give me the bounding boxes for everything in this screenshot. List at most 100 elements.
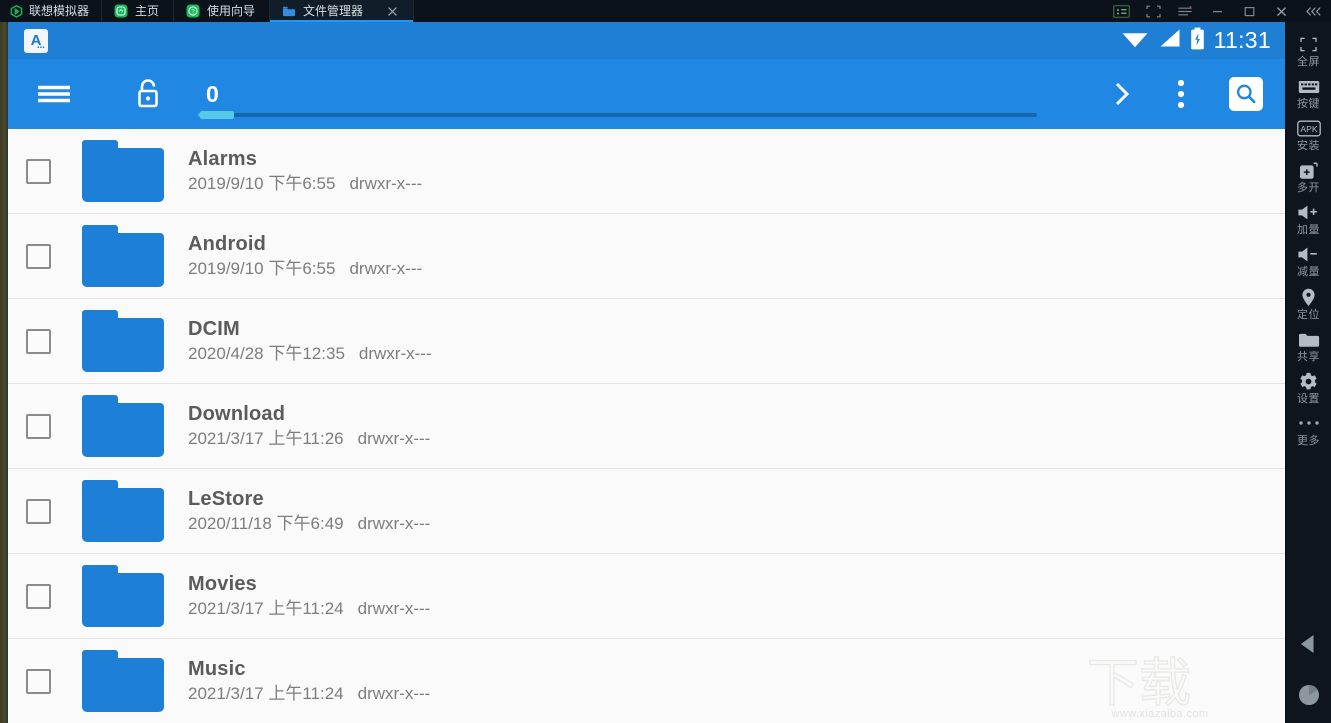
row-checkbox[interactable] — [26, 158, 51, 184]
folder-icon — [82, 395, 164, 457]
table-row[interactable]: LeStore 2020/11/18 下午6:49 drwxr-x--- — [8, 469, 1285, 554]
sidebar-item-settings[interactable]: 设置 — [1286, 367, 1331, 409]
sidebar-item-label: 设置 — [1297, 392, 1320, 405]
row-checkbox[interactable] — [26, 583, 51, 609]
tab-user-guide[interactable]: ? 使用向导 — [174, 0, 271, 22]
file-list: Alarms 2019/9/10 下午6:55 drwxr-x--- Androi… — [8, 129, 1285, 723]
android-back-button[interactable] — [1286, 621, 1331, 672]
more-vertical-icon[interactable] — [1177, 78, 1185, 110]
seekbar-track — [198, 113, 1037, 117]
android-status-bar: A ▪▪▪ 11:31 — [8, 22, 1285, 59]
sidebar-item-fullscreen[interactable]: 全屏 — [1286, 30, 1331, 72]
file-date: 2021/3/17 上午11:24 — [188, 599, 344, 619]
toolbar-seekbar[interactable] — [198, 111, 1037, 119]
sidebar-item-location[interactable]: 定位 — [1286, 283, 1331, 325]
file-date: 2019/9/10 下午6:55 — [188, 259, 336, 279]
file-permissions: drwxr-x--- — [357, 599, 431, 619]
table-row[interactable]: Music 2021/3/17 上午11:24 drwxr-x--- — [8, 639, 1285, 723]
app-toolbar: 0 — [8, 59, 1285, 129]
multi-instance-icon — [1299, 161, 1318, 180]
sidebar-item-volume-down[interactable]: 减量 — [1286, 240, 1331, 282]
sidebar-item-keyboard[interactable]: 按键 — [1286, 72, 1331, 114]
sidebar-item-label: 减量 — [1297, 266, 1320, 279]
ellipsis-icon — [1298, 414, 1320, 433]
apk-install-icon: APK — [1296, 119, 1321, 138]
file-subtitle: 2021/3/17 上午11:26 drwxr-x--- — [188, 429, 431, 449]
location-pin-icon — [1301, 288, 1316, 307]
table-row[interactable]: Movies 2021/3/17 上午11:24 drwxr-x--- — [8, 554, 1285, 639]
file-date: 2019/9/10 下午6:55 — [188, 174, 336, 194]
fullscreen-icon — [1299, 35, 1318, 54]
tab-file-manager[interactable]: 文件管理器 — [270, 0, 415, 22]
folder-icon — [82, 565, 164, 627]
row-checkbox[interactable] — [26, 328, 51, 354]
brand: 联想模拟器 — [0, 0, 103, 22]
file-name: Music — [188, 658, 246, 681]
sidebar-item-label: 定位 — [1297, 308, 1320, 321]
row-meta: Download 2021/3/17 上午11:26 drwxr-x--- — [188, 403, 430, 449]
titlebar-spacer — [414, 0, 1105, 22]
folder-icon — [82, 480, 164, 542]
android-home-button[interactable] — [1286, 672, 1331, 723]
tab-close-icon[interactable] — [386, 5, 399, 18]
table-row[interactable]: Download 2021/3/17 上午11:26 drwxr-x--- — [8, 384, 1285, 469]
row-meta: DCIM 2020/4/28 下午12:35 drwxr-x--- — [188, 318, 432, 364]
sidebar-item-volume-up[interactable]: 加量 — [1286, 198, 1331, 240]
search-icon[interactable] — [1229, 77, 1263, 111]
row-checkbox[interactable] — [26, 498, 51, 524]
file-permissions: drwxr-x--- — [358, 344, 432, 364]
menu-button[interactable] — [1169, 0, 1201, 22]
sidebar-item-share[interactable]: 共享 — [1286, 325, 1331, 367]
row-meta: Movies 2021/3/17 上午11:24 drwxr-x--- — [188, 573, 430, 619]
row-checkbox[interactable] — [26, 668, 51, 694]
sidebar-item-label: 安装 — [1297, 140, 1320, 153]
toolbar-actions — [1111, 77, 1263, 111]
maximize-button[interactable] — [1233, 0, 1265, 22]
hamburger-menu-icon[interactable] — [34, 79, 74, 109]
file-subtitle: 2019/9/10 下午6:55 drwxr-x--- — [188, 259, 422, 279]
file-subtitle: 2021/3/17 上午11:24 drwxr-x--- — [188, 684, 430, 704]
file-subtitle: 2021/3/17 上午11:24 drwxr-x--- — [188, 599, 431, 619]
table-row[interactable]: Android 2019/9/10 下午6:55 drwxr-x--- — [8, 214, 1285, 299]
status-indicators: 11:31 — [1121, 27, 1271, 55]
gear-icon — [1299, 372, 1318, 391]
sidebar-item-label: 全屏 — [1297, 56, 1320, 68]
titlebar: 联想模拟器 主页 ? 使用向导 文件管理器 — [0, 0, 1331, 22]
close-button[interactable] — [1265, 0, 1297, 22]
back-triangle-icon — [1296, 631, 1322, 662]
folder-app-icon — [282, 4, 296, 18]
chevron-right-icon[interactable] — [1111, 79, 1133, 109]
sidebar-item-label: 更多 — [1297, 434, 1320, 447]
volume-down-icon — [1297, 245, 1321, 264]
shared-folder-icon — [1298, 330, 1320, 349]
file-permissions: drwxr-x--- — [357, 429, 431, 449]
table-row[interactable]: DCIM 2020/4/28 下午12:35 drwxr-x--- — [8, 299, 1285, 384]
android-screen: A ▪▪▪ 11:31 0 Alarms 2019/9/10 下午6:55 dr… — [8, 22, 1285, 723]
tab-home[interactable]: 主页 — [102, 0, 175, 22]
sidebar-item-label: 按键 — [1297, 98, 1320, 111]
battery-charging-icon — [1190, 27, 1205, 55]
row-meta: Android 2019/9/10 下午6:55 drwxr-x--- — [188, 233, 422, 279]
sidebar-item-more[interactable]: 更多 — [1286, 409, 1331, 451]
table-row[interactable]: Alarms 2019/9/10 下午6:55 drwxr-x--- — [8, 129, 1285, 214]
unlock-icon[interactable] — [132, 76, 164, 112]
collapse-sidebar-button[interactable] — [1297, 0, 1329, 22]
file-name: LeStore — [188, 488, 264, 511]
screenshot-button[interactable] — [1105, 0, 1137, 22]
file-date: 2020/11/18 下午6:49 — [188, 514, 344, 534]
folder-icon — [82, 650, 164, 712]
svg-text:APK: APK — [1300, 124, 1317, 134]
cellular-signal-icon — [1158, 28, 1181, 53]
file-name: Movies — [188, 573, 258, 596]
row-checkbox[interactable] — [26, 413, 51, 439]
sidebar-item-install[interactable]: APK 安装 — [1286, 114, 1331, 156]
fullscreen-toggle-button[interactable] — [1137, 0, 1169, 22]
seekbar-thumb[interactable] — [200, 111, 234, 119]
row-checkbox[interactable] — [26, 243, 51, 269]
home-circle-icon — [1296, 682, 1322, 713]
sidebar-item-multi-instance[interactable]: 多开 — [1286, 156, 1331, 198]
folder-icon — [82, 310, 164, 372]
minimize-button[interactable] — [1201, 0, 1233, 22]
sidebar-item-label: 多开 — [1297, 182, 1320, 195]
file-date: 2020/4/28 下午12:35 — [188, 344, 345, 364]
